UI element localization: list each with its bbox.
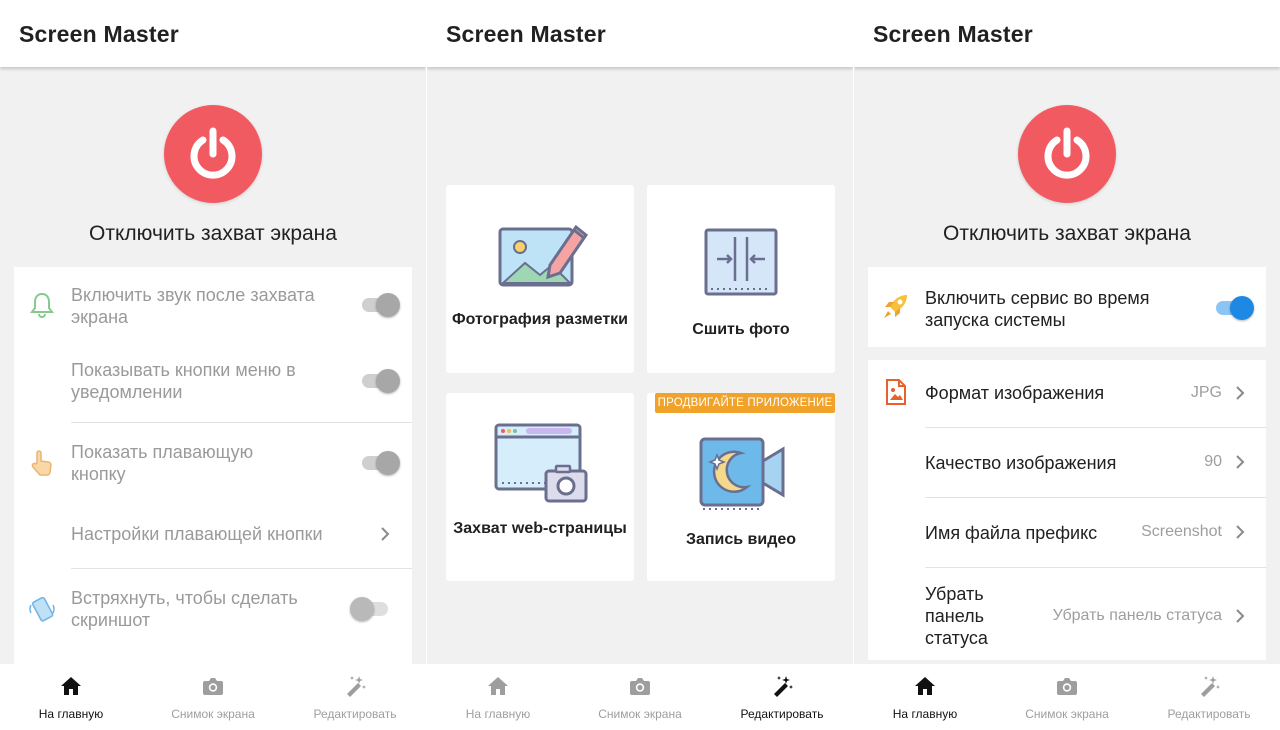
chevron-right-icon [379,526,391,542]
chevron-right-icon [1234,454,1246,470]
settings-card: Включить звук после захвата экрана Показ… [14,267,412,667]
camera-icon [1055,674,1079,698]
service-card: Включить сервис во время запуска системы [868,267,1266,347]
setting-row-image-format[interactable]: Формат изображения JPG [868,360,1266,427]
hand-pointer-icon [28,449,56,477]
magic-wand-icon [343,674,367,698]
setting-label: Формат изображения [925,383,1105,403]
bell-icon [28,291,56,319]
shake-toggle[interactable] [350,595,390,623]
tile-web-capture[interactable]: Захват web-страницы [446,393,634,581]
app-title: Screen Master [446,21,606,47]
annotate-photo-icon [446,215,634,295]
setting-row-image-quality[interactable]: Качество изображения 90 [868,428,1266,497]
tile-label: Сшить фото [692,321,790,338]
bottom-navigation: На главную Снимок экрана Редактировать [427,664,853,730]
notification-menu-toggle[interactable] [360,367,400,395]
nav-edit[interactable]: Редактировать [1138,664,1280,730]
image-file-icon [882,378,910,406]
nav-label: На главную [892,707,958,721]
nav-edit[interactable]: Редактировать [284,664,426,730]
tile-video-record[interactable]: ПРОДВИГАЙТЕ ПРИЛОЖЕНИЕ Запись видео [647,393,835,581]
home-icon [59,674,83,698]
nav-screenshot[interactable]: Снимок экрана [996,664,1138,730]
magic-wand-icon [1197,674,1221,698]
nav-screenshot[interactable]: Снимок экрана [569,664,711,730]
nav-home[interactable]: На главную [427,664,569,730]
nav-label: Редактировать [740,707,824,721]
setting-label: Показать плавающую кнопку [71,442,254,484]
setting-row-shake[interactable]: Встряхнуть, чтобы сделать скриншот [14,569,412,649]
screen-edit-tools: Screen Master Фотография разметки Сшить … [427,0,853,730]
nav-home[interactable]: На главную [854,664,996,730]
promo-badge: ПРОДВИГАЙТЕ ПРИЛОЖЕНИЕ [655,393,835,413]
screen-home-image-settings: Screen Master Отключить захват экрана Вк… [854,0,1280,730]
stitch-photo-icon [647,227,835,297]
app-title: Screen Master [19,21,179,47]
setting-row-sound[interactable]: Включить звук после захвата экрана [14,267,412,342]
setting-value: 90 [1204,453,1222,470]
setting-row-floating-button[interactable]: Показать плавающую кнопку [14,423,412,498]
setting-label: Настройки плавающей кнопки [71,524,323,544]
nav-home[interactable]: На главную [0,664,142,730]
camera-icon [628,674,652,698]
video-record-icon [647,431,835,513]
capture-status-title: Отключить захват экрана [943,222,1191,245]
nav-label: Снимок экрана [598,707,682,721]
setting-row-hide-status-bar[interactable]: Убрать панель статуса Убрать панель стат… [868,568,1266,660]
setting-label: Включить сервис во время запуска системы [925,288,1150,330]
nav-label: Редактировать [313,707,397,721]
setting-row-autostart[interactable]: Включить сервис во время запуска системы [868,267,1266,347]
setting-value: Убрать панель статуса [1052,607,1222,624]
camera-icon [201,674,225,698]
setting-row-floating-settings[interactable]: Настройки плавающей кнопки [14,498,412,568]
tile-label: Захват web-страницы [453,520,627,537]
nav-edit[interactable]: Редактировать [711,664,853,730]
power-icon [185,126,241,182]
power-icon [1039,126,1095,182]
nav-label: Снимок экрана [1025,707,1109,721]
bottom-navigation: На главную Снимок экрана Редактировать [854,664,1280,730]
autostart-toggle[interactable] [1214,294,1254,322]
power-toggle-button[interactable] [1018,105,1116,203]
chevron-right-icon [1234,608,1246,624]
chevron-right-icon [1234,385,1246,401]
capture-status-title: Отключить захват экрана [89,222,337,245]
screen-home-settings: Screen Master Отключить захват экрана Вк… [0,0,426,730]
shake-phone-icon [28,595,56,623]
image-settings-card: Формат изображения JPG Качество изображе… [868,360,1266,660]
nav-label: На главную [38,707,104,721]
app-bar: Screen Master [427,0,853,67]
tile-annotate-photo[interactable]: Фотография разметки [446,185,634,373]
app-bar: Screen Master [0,0,426,67]
nav-screenshot[interactable]: Снимок экрана [142,664,284,730]
setting-label: Убрать панель статуса [925,584,988,648]
bottom-navigation: На главную Снимок экрана Редактировать [0,664,426,730]
setting-label: Встряхнуть, чтобы сделать скриншот [71,588,298,630]
nav-label: Снимок экрана [171,707,255,721]
power-toggle-button[interactable] [164,105,262,203]
tile-stitch-photo[interactable]: Сшить фото [647,185,835,373]
home-icon [913,674,937,698]
sound-toggle[interactable] [360,291,400,319]
setting-label: Включить звук после захвата экрана [71,285,315,327]
setting-row-filename-prefix[interactable]: Имя файла префикс Screenshot [868,498,1266,567]
setting-row-notification-menu[interactable]: Показывать кнопки меню в уведомлении [14,342,412,422]
setting-label: Показывать кнопки меню в уведомлении [71,360,296,402]
setting-value: JPG [1190,384,1222,401]
nav-label: На главную [465,707,531,721]
floating-button-toggle[interactable] [360,449,400,477]
nav-label: Редактировать [1167,707,1251,721]
chevron-right-icon [1234,524,1246,540]
tile-label: Запись видео [685,531,797,548]
app-title: Screen Master [873,21,1033,47]
web-capture-icon [446,421,634,503]
app-bar: Screen Master [854,0,1280,67]
magic-wand-icon [770,674,794,698]
rocket-icon [882,292,910,320]
setting-label: Качество изображения [925,453,1117,473]
tile-label: Фотография разметки [451,311,628,328]
home-icon [486,674,510,698]
setting-value: Screenshot [1141,523,1222,540]
